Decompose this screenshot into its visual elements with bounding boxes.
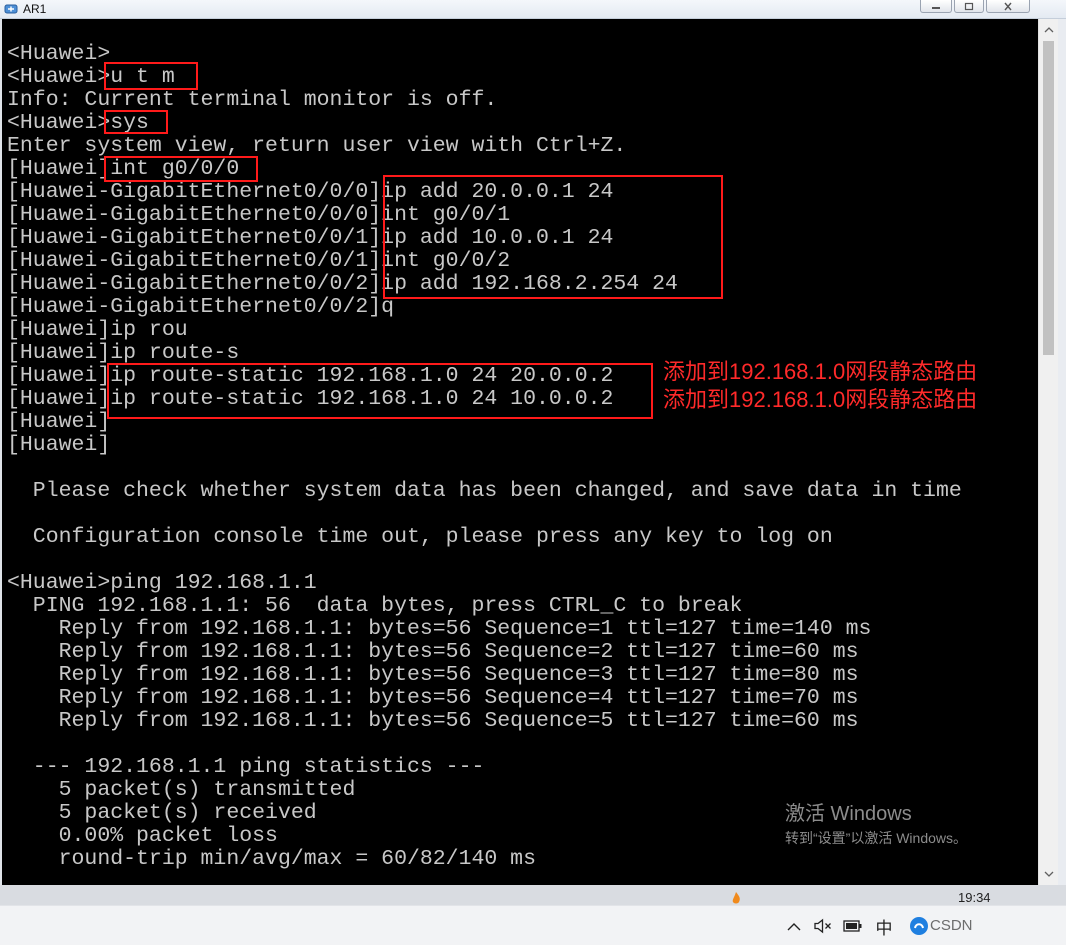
scroll-down-button[interactable] — [1039, 865, 1058, 883]
terminal-line: [Huawei-GigabitEthernet0/0/0]ip add 20.0… — [7, 181, 614, 204]
maximize-button[interactable] — [954, 0, 984, 13]
close-icon — [1004, 2, 1012, 10]
annotation-label: 添加到192.168.1.0网段静态路由 — [663, 387, 978, 412]
terminal-line: <Huawei> — [7, 43, 111, 66]
activation-watermark-subtitle: 转到“设置”以激活 Windows。 — [785, 830, 968, 846]
terminal-line: Please check whether system data has bee… — [7, 480, 962, 503]
terminal-line: PING 192.168.1.1: 56 data bytes, press C… — [7, 595, 743, 618]
csdn-watermark: CSDN — [930, 917, 973, 934]
close-button[interactable] — [986, 0, 1030, 13]
terminal-line: [Huawei] — [7, 434, 111, 457]
scroll-down-arrow-icon — [1044, 871, 1053, 877]
taskbar: 中 CSDN — [0, 905, 1066, 945]
terminal-line: Info: Current terminal monitor is off. — [7, 89, 498, 112]
terminal-line: [Huawei] — [7, 411, 111, 434]
show-hidden-icons-button[interactable] — [785, 916, 803, 936]
scroll-up-arrow-icon — [1044, 27, 1053, 33]
terminal-line: [Huawei]ip rou — [7, 319, 188, 342]
terminal-line: Enter system view, return user view with… — [7, 135, 627, 158]
terminal-line: <Huawei>sys — [7, 112, 149, 135]
maximize-icon — [964, 2, 974, 10]
scroll-up-button[interactable] — [1039, 21, 1058, 39]
blue-app-icon — [910, 917, 928, 935]
input-method-indicator[interactable]: 中 — [874, 916, 894, 938]
terminal-line: [Huawei-GigabitEthernet0/0/2]ip add 192.… — [7, 273, 678, 296]
terminal-line: Reply from 192.168.1.1: bytes=56 Sequenc… — [7, 641, 859, 664]
scrollbar-thumb[interactable] — [1043, 41, 1054, 355]
terminal-line: Reply from 192.168.1.1: bytes=56 Sequenc… — [7, 710, 859, 733]
terminal-console[interactable]: <Huawei> <Huawei>u t m Info: Current termi… — [2, 19, 1038, 885]
terminal-line: <Huawei>ping 192.168.1.1 — [7, 572, 317, 595]
weather-icon — [729, 891, 743, 905]
vertical-scrollbar[interactable] — [1038, 19, 1058, 885]
terminal-line: Reply from 192.168.1.1: bytes=56 Sequenc… — [7, 664, 859, 687]
terminal-line: [Huawei-GigabitEthernet0/0/1]ip add 10.0… — [7, 227, 614, 250]
activation-watermark-title: 激活 Windows — [785, 803, 912, 825]
terminal-output: <Huawei> <Huawei>u t m Info: Current termi… — [7, 43, 1037, 871]
terminal-line: --- 192.168.1.1 ping statistics --- — [7, 756, 485, 779]
power-status-button[interactable] — [843, 916, 863, 936]
terminal-line: Configuration console time out, please p… — [7, 526, 833, 549]
tray-app-button[interactable] — [908, 916, 930, 936]
window-bottom-band: 19:34 — [0, 885, 1066, 905]
window-frame — [1058, 19, 1066, 885]
terminal-line: [Huawei-GigabitEthernet0/0/2]q — [7, 296, 395, 319]
minimize-icon — [932, 7, 940, 9]
battery-icon — [843, 920, 862, 932]
terminal-line: Reply from 192.168.1.1: bytes=56 Sequenc… — [7, 618, 872, 641]
terminal-line: Reply from 192.168.1.1: bytes=56 Sequenc… — [7, 687, 859, 710]
terminal-line: [Huawei]int g0/0/0 — [7, 158, 240, 181]
router-app-icon — [4, 2, 19, 16]
window-controls — [920, 0, 1032, 13]
annotation-label: 添加到192.168.1.0网段静态路由 — [663, 359, 978, 384]
volume-button[interactable] — [812, 916, 834, 936]
minimize-button[interactable] — [920, 0, 952, 13]
speaker-muted-icon — [814, 918, 831, 934]
terminal-line: round-trip min/avg/max = 60/82/140 ms — [7, 848, 536, 871]
terminal-line: <Huawei>u t m — [7, 66, 175, 89]
terminal-line: [Huawei-GigabitEthernet0/0/0]int g0/0/1 — [7, 204, 511, 227]
terminal-line: 5 packet(s) transmitted — [7, 779, 356, 802]
window-title-bar[interactable]: AR1 — [0, 0, 1066, 19]
terminal-line: [Huawei-GigabitEthernet0/0/1]int g0/0/2 — [7, 250, 511, 273]
chevron-up-icon — [787, 922, 801, 930]
window-title: AR1 — [23, 2, 47, 16]
clock[interactable]: 19:34 — [958, 891, 991, 905]
